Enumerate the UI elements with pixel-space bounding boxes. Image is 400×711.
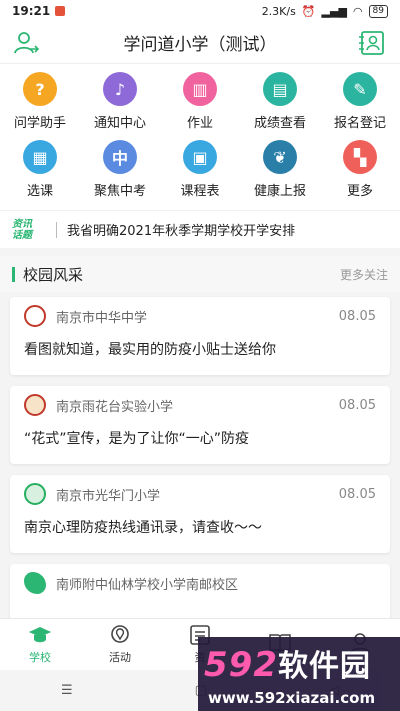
news-tag: 资讯 话题 [12, 219, 42, 241]
card-date: 08.05 [338, 308, 376, 324]
news-card[interactable]: 南京市中华中学 08.05 看图就知道，最实用的防疫小贴士送给你 [10, 297, 390, 375]
signal-icon: ▂▄▆ [321, 4, 347, 18]
id-card-icon[interactable] [358, 29, 386, 57]
grid-item-label: 作业 [186, 116, 213, 131]
tab-activity[interactable]: 活动 [80, 619, 160, 670]
school-name: 南京雨花台实验小学 [56, 399, 174, 415]
help-icon: ? [23, 72, 57, 106]
more-grid-icon: ▚ [343, 140, 377, 174]
section-accent-bar [12, 266, 15, 282]
section-title: 校园风采 [23, 265, 84, 284]
tab-label: 学校 [29, 651, 51, 664]
card-date: 08.05 [338, 397, 376, 413]
card-headline: 南京心理防疫热线通讯录，请查收～～ [24, 520, 262, 536]
section-header: 校园风采 更多关注 [0, 256, 400, 292]
calculator-icon: ▦ [23, 140, 57, 174]
microphone-icon: ♪ [103, 72, 137, 106]
edit-icon: ✎ [343, 72, 377, 106]
card-headline: 看图就知道，最实用的防疫小贴士送给你 [24, 342, 276, 358]
grid-item-label: 选课 [26, 184, 53, 199]
grid-item[interactable]: ♪ 通知中心 [80, 72, 160, 140]
wifi-icon: ◠ [352, 4, 363, 18]
card-headline: “花式”宣传，是为了让你“一心”防疫 [24, 431, 250, 447]
school-name: 南师附中仙林学校小学南邮校区 [56, 577, 239, 593]
school-logo-icon [24, 305, 46, 327]
news-card[interactable]: 南师附中仙林学校小学南邮校区 [10, 564, 390, 624]
lungs-icon: ❦ [263, 140, 297, 174]
bar-chart-icon: ▤ [263, 72, 297, 106]
function-grid: ? 问学助手 ♪ 通知中心 ▥ 作业 ▤ 成绩查看 ✎ 报名登记 ▦ 选课 中聚焦中考 ▣ 课程表 ❦ 健康上报… [0, 64, 400, 210]
school-logo-icon [24, 572, 46, 594]
grid-item-label: 成绩查看 [253, 116, 306, 131]
grid-item-label: 课程表 [180, 184, 220, 199]
battery-icon: 89 [368, 4, 388, 18]
school-logo-icon [24, 483, 46, 505]
grid-item[interactable]: ▣ 课程表 [160, 140, 240, 208]
grid-item-label: 聚焦中考 [93, 184, 146, 199]
tab-label: 活动 [109, 651, 131, 664]
calendar-icon: ▣ [183, 140, 217, 174]
switch-user-icon[interactable] [12, 29, 40, 57]
page-title: 学问道小学（测试） [123, 35, 277, 55]
news-card[interactable]: 南京市光华门小学 08.05 南京心理防疫热线通讯录，请查收～～ [10, 475, 390, 553]
grid-item[interactable]: ▦ 选课 [0, 140, 80, 208]
news-tag-line1: 资讯 [12, 218, 32, 230]
watermark-text: 软件园 [277, 649, 371, 684]
grid-item[interactable]: ❦ 健康上报 [240, 140, 320, 208]
status-bar: 19:21 2.3K/s ⏰ ▂▄▆ ◠ 89 [0, 0, 400, 22]
book-icon: ▥ [183, 72, 217, 106]
grid-item[interactable]: ▚ 更多 [320, 140, 400, 208]
news-ticker[interactable]: 资讯 话题 我省明确2021年秋季学期学校开学安排 [0, 210, 400, 248]
card-date: 08.05 [338, 486, 376, 502]
location-pin-icon [111, 625, 129, 643]
grid-item-label: 问学助手 [13, 116, 66, 131]
search-icon: 中 [103, 140, 137, 174]
school-logo-icon [24, 394, 46, 416]
tab-school[interactable]: 学校 [0, 619, 80, 670]
grid-item-label: 更多 [346, 184, 373, 199]
school-name: 南京市光华门小学 [56, 488, 161, 504]
network-speed: 2.3K/s [261, 4, 296, 18]
news-card[interactable]: 南京雨花台实验小学 08.05 “花式”宣传，是为了让你“一心”防疫 [10, 386, 390, 464]
grid-item[interactable]: ✎ 报名登记 [320, 72, 400, 140]
divider [56, 221, 57, 238]
graduation-cap-icon [29, 627, 51, 643]
grid-item[interactable]: ▤ 成绩查看 [240, 72, 320, 140]
news-headline[interactable]: 我省明确2021年秋季学期学校开学安排 [67, 220, 295, 239]
menu-icon[interactable]: ☰ [61, 683, 73, 698]
site-watermark: 592软件园 www.592xiazai.com [198, 637, 400, 711]
watermark-number: 592 [204, 645, 278, 685]
grid-item-label: 健康上报 [253, 184, 306, 199]
news-tag-line2: 话题 [12, 229, 32, 241]
app-header: 学问道小学（测试） [0, 22, 400, 64]
more-follow-link[interactable]: 更多关注 [340, 266, 388, 283]
school-name: 南京市中华中学 [56, 310, 148, 326]
alarm-icon: ⏰ [301, 4, 316, 18]
grid-item[interactable]: ? 问学助手 [0, 72, 80, 140]
grid-item[interactable]: 中聚焦中考 [80, 140, 160, 208]
status-time: 19:21 [12, 4, 51, 18]
grid-item-label: 报名登记 [333, 116, 386, 131]
grid-item-label: 通知中心 [93, 116, 146, 131]
notification-icon [55, 6, 66, 16]
watermark-url: www.592xiazai.com [208, 689, 376, 707]
grid-item[interactable]: ▥ 作业 [160, 72, 240, 140]
